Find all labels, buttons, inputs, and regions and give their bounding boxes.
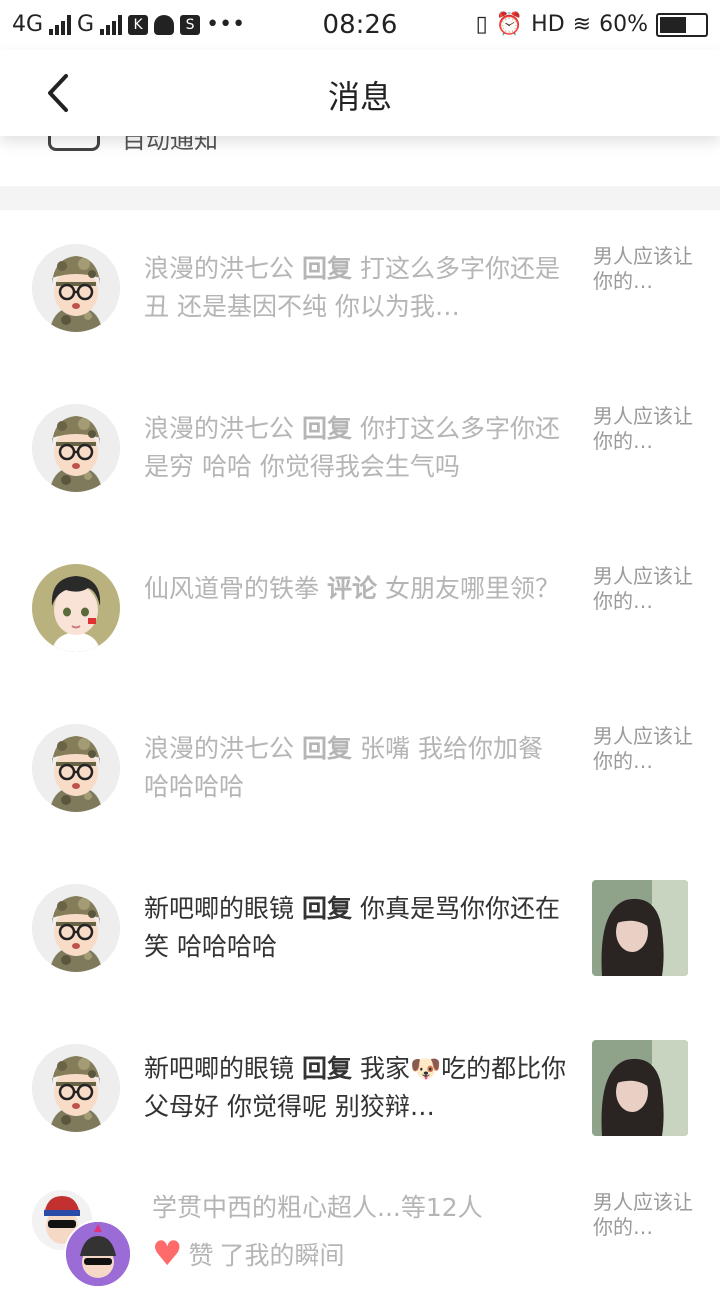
message-row[interactable]: 新吧唧的眼镜 回复 你真是骂你你还在笑 哈哈哈哈 (0, 850, 720, 1010)
sender-name[interactable]: 浪漫的洪七公 (144, 734, 294, 763)
action-label: 回复 (302, 734, 353, 763)
like-line: ♥ 赞 了我的瞬间 (152, 1236, 345, 1272)
post-thumbnail[interactable] (592, 880, 688, 976)
alarm-icon: ⏰ (495, 12, 524, 37)
action-label: 回复 (302, 414, 353, 443)
source-post-text[interactable]: 男人应该让你的… (593, 244, 693, 294)
message-text: 浪漫的洪七公 回复 你打这么多字你还是穷 哈哈 你觉得我会生气吗 (144, 410, 574, 486)
source-post-text[interactable]: 男人应该让你的… (593, 724, 693, 774)
message-body: 女朋友哪里领？ (385, 574, 561, 603)
action-label: 回复 (302, 254, 353, 283)
page-title: 消息 (327, 78, 392, 116)
message-text: 仙风道骨的铁拳 评论 女朋友哪里领？ (144, 570, 574, 608)
message-text: 浪漫的洪七公 回复 张嘴 我给你加餐 哈哈哈哈 (144, 730, 574, 806)
sender-name[interactable]: 仙风道骨的铁拳 (144, 574, 319, 603)
message-row[interactable]: 新吧唧的眼镜 回复 我家🐶吃的都比你 父母好 你觉得呢 别狡辩… (0, 1010, 720, 1170)
likes-row[interactable]: 学贯中西的粗心超人...等12人 ♥ 赞 了我的瞬间 男人应该让你的… (0, 1170, 720, 1290)
header: 消息 (0, 50, 720, 136)
like-text: 了我的瞬间 (219, 1241, 345, 1270)
section-divider (0, 186, 720, 210)
sender-name[interactable]: 浪漫的洪七公 (144, 254, 294, 283)
avatar[interactable] (64, 1220, 132, 1288)
avatar[interactable] (32, 404, 120, 492)
message-text: 新吧唧的眼镜 回复 你真是骂你你还在笑 哈哈哈哈 (144, 890, 574, 966)
likers-names[interactable]: 学贯中西的粗心超人...等12人 (152, 1188, 483, 1224)
avatar[interactable] (32, 1044, 120, 1132)
battery-percent: 60% (599, 12, 648, 37)
avatar[interactable] (32, 724, 120, 812)
post-thumbnail[interactable] (592, 1040, 688, 1136)
message-row[interactable]: 浪漫的洪七公 回复 打这么多字你还是丑 还是基因不纯 你以为我… 男人应该让你的… (0, 210, 720, 370)
peek-section[interactable]: 目动通知 (0, 126, 720, 186)
source-post-text[interactable]: 男人应该让你的… (593, 1190, 693, 1240)
battery-icon (656, 12, 708, 37)
action-label: 回复 (302, 894, 353, 923)
like-label: 赞 (188, 1241, 214, 1270)
message-row[interactable]: 浪漫的洪七公 回复 你打这么多字你还是穷 哈哈 你觉得我会生气吗 男人应该让你的… (0, 370, 720, 530)
heart-icon: ♥ (152, 1234, 183, 1274)
message-list: 浪漫的洪七公 回复 打这么多字你还是丑 还是基因不纯 你以为我… 男人应该让你的… … (0, 210, 720, 1290)
source-post-text[interactable]: 男人应该让你的… (593, 404, 693, 454)
hd-label: HD (531, 12, 565, 37)
sender-name[interactable]: 新吧唧的眼镜 (144, 894, 294, 923)
source-post-text[interactable]: 男人应该让你的… (593, 564, 693, 614)
action-label: 回复 (302, 1054, 353, 1083)
sender-name[interactable]: 新吧唧的眼镜 (144, 1054, 294, 1083)
avatar[interactable] (32, 884, 120, 972)
action-label: 评论 (327, 574, 378, 603)
avatar[interactable] (32, 564, 120, 652)
message-row[interactable]: 浪漫的洪七公 回复 张嘴 我给你加餐 哈哈哈哈 男人应该让你的… (0, 690, 720, 850)
sender-name[interactable]: 浪漫的洪七公 (144, 414, 294, 443)
message-text: 新吧唧的眼镜 回复 我家🐶吃的都比你 父母好 你觉得呢 别狡辩… (144, 1050, 574, 1126)
status-bar: 4G G K S ••• 08:26 ▯ ⏰ HD ≋ 60% (0, 0, 720, 50)
status-right: ▯ ⏰ HD ≋ 60% (476, 12, 708, 37)
vibrate-icon: ▯ (475, 12, 488, 37)
message-text: 浪漫的洪七公 回复 打这么多字你还是丑 还是基因不纯 你以为我… (144, 250, 574, 326)
avatar[interactable] (32, 244, 120, 332)
message-row[interactable]: 仙风道骨的铁拳 评论 女朋友哪里领？ 男人应该让你的… (0, 530, 720, 690)
wifi-icon: ≋ (572, 12, 592, 37)
